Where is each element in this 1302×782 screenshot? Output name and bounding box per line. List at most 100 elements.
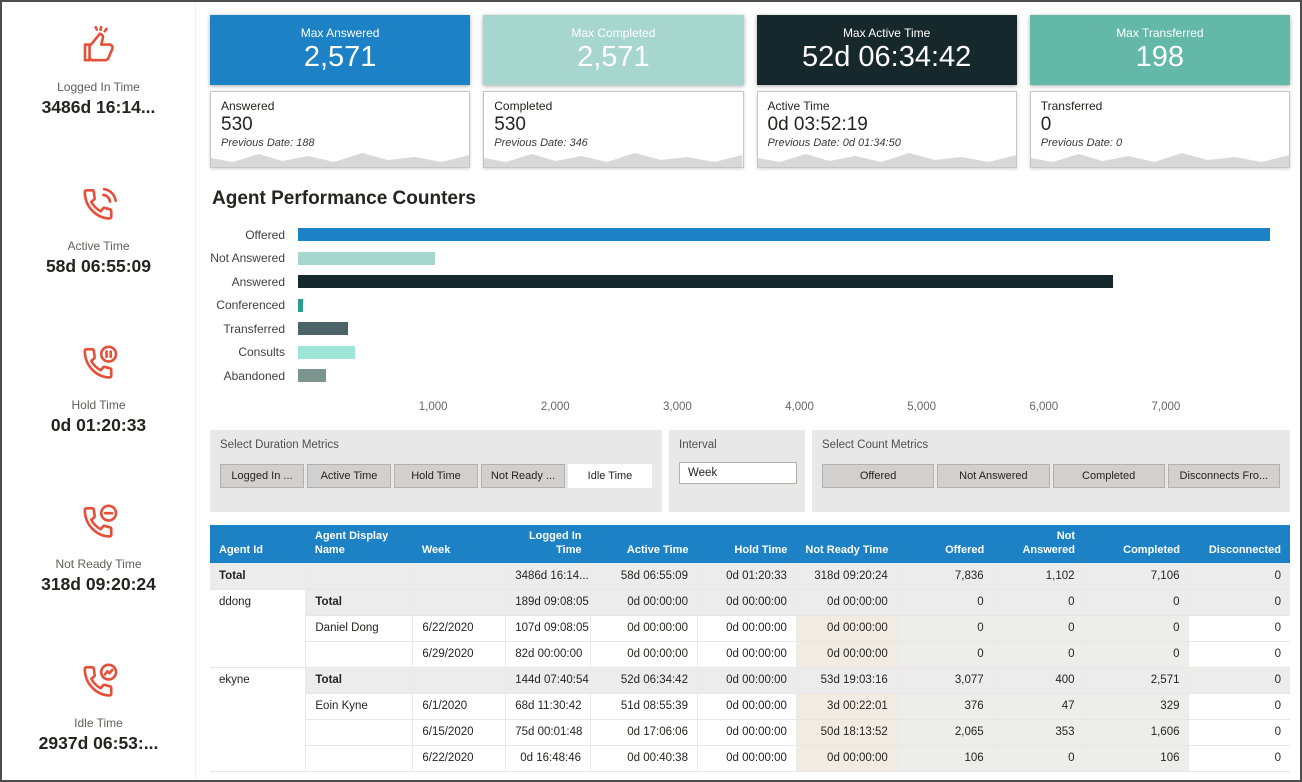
kpi-hold-time: Hold Time0d 01:20:33 (2, 344, 195, 503)
column-header-logged-in-time[interactable]: Logged In Time (506, 525, 591, 564)
chart-title: Agent Performance Counters (212, 188, 1290, 210)
week-cell: 6/15/2020 (413, 719, 506, 745)
column-header-hold-time[interactable]: Hold Time (697, 525, 796, 564)
kpi-card-header: Max Active Time52d 06:34:42 (757, 15, 1017, 85)
value-cell: 107d 09:08:05 (506, 615, 591, 641)
column-header-agent-id[interactable]: Agent Id (210, 525, 306, 564)
value-cell: 0d 00:00:00 (697, 745, 796, 771)
chart-track (298, 275, 1290, 288)
value-cell: 0 (897, 615, 993, 641)
value-cell: 0 (897, 641, 993, 667)
chart-track (298, 228, 1290, 241)
table-row: 6/29/202082d 00:00:000d 00:00:000d 00:00… (210, 641, 1290, 667)
chart-category-label: Conferenced (210, 298, 298, 312)
bar-conferenced[interactable] (298, 299, 303, 312)
value-cell: 82d 00:00:00 (506, 641, 591, 667)
kpi-detail-value: 0 (1041, 114, 1279, 136)
value-cell: 400 (993, 667, 1084, 693)
kpi-detail-value: 530 (494, 114, 732, 136)
sparkline (211, 147, 469, 167)
chart-track (298, 299, 1290, 312)
kpi-detail-value: 0d 03:52:19 (768, 114, 1006, 136)
main-content: Max Answered2,571Answered530Previous Dat… (196, 2, 1300, 780)
kpi-detail-label: Active Time (768, 99, 1006, 113)
column-header-completed[interactable]: Completed (1084, 525, 1189, 564)
column-header-agent-display-name[interactable]: Agent Display Name (306, 525, 413, 564)
duration-chip-not-ready[interactable]: Not Ready ... (481, 464, 565, 488)
value-cell: 1,102 (993, 563, 1084, 589)
value-cell: 0d 16:48:46 (506, 745, 591, 771)
bar-consults[interactable] (298, 346, 355, 359)
column-header-not-ready-time[interactable]: Not Ready Time (796, 525, 897, 564)
display-name-cell: Total (306, 589, 413, 615)
week-cell (413, 667, 506, 693)
interval-dropdown[interactable]: Week (679, 462, 797, 484)
chart-category-label: Answered (210, 275, 298, 289)
display-name-cell (306, 641, 413, 667)
kpi-card-detail: Answered530Previous Date: 188 (210, 91, 470, 168)
table-row: Eoin Kyne6/1/202068d 11:30:4251d 08:55:3… (210, 693, 1290, 719)
value-cell: 0d 00:00:00 (796, 615, 897, 641)
value-cell: 58d 06:55:09 (591, 563, 698, 589)
kpi-label: Logged In Time (2, 80, 195, 94)
value-cell: 329 (1084, 693, 1189, 719)
value-cell: 0 (1084, 641, 1189, 667)
chart-row-transferred: Transferred (210, 317, 1290, 341)
value-cell: 0d 00:00:00 (591, 641, 698, 667)
duration-chip-active-time[interactable]: Active Time (307, 464, 391, 488)
chart-category-label: Not Answered (210, 251, 298, 265)
value-cell: 1,606 (1084, 719, 1189, 745)
bar-offered[interactable] (298, 228, 1270, 241)
kpi-card-detail: Active Time0d 03:52:19Previous Date: 0d … (757, 91, 1017, 168)
column-header-not-answered[interactable]: Not Answered (993, 525, 1084, 564)
count-metrics-panel: Select Count Metrics OfferedNot Answered… (812, 430, 1290, 512)
value-cell: 189d 09:08:05 (506, 589, 591, 615)
display-name-cell (306, 563, 413, 589)
kpi-label: Not Ready Time (2, 557, 195, 571)
chart-track (298, 252, 1290, 265)
value-cell: 0 (993, 745, 1084, 771)
count-chip-offered[interactable]: Offered (822, 464, 934, 488)
value-cell: 0 (1189, 719, 1290, 745)
chart-row-consults: Consults (210, 341, 1290, 365)
value-cell: 0d 00:00:00 (796, 745, 897, 771)
kpi-idle-time: Idle Time2937d 06:53:... (2, 662, 195, 782)
bar-answered[interactable] (298, 275, 1113, 288)
kpi-active-time: Active Time58d 06:55:09 (2, 185, 195, 344)
duration-chip-idle-time[interactable]: Idle Time (568, 464, 652, 488)
value-cell: 0d 00:00:00 (697, 719, 796, 745)
value-cell: 0 (1084, 589, 1189, 615)
kpi-max-label: Max Transferred (1030, 26, 1290, 40)
column-header-active-time[interactable]: Active Time (591, 525, 698, 564)
column-header-offered[interactable]: Offered (897, 525, 993, 564)
kpi-max-label: Max Answered (210, 26, 470, 40)
kpi-card-detail: Transferred0Previous Date: 0 (1030, 91, 1290, 168)
kpi-card-row: Max Answered2,571Answered530Previous Dat… (210, 15, 1290, 168)
value-cell: 68d 11:30:42 (506, 693, 591, 719)
kpi-detail-label: Transferred (1041, 99, 1279, 113)
axis-tick-label: 5,000 (907, 401, 936, 413)
count-chip-completed[interactable]: Completed (1053, 464, 1165, 488)
axis-tick-label: 1,000 (419, 401, 448, 413)
value-cell: 0 (993, 615, 1084, 641)
column-header-week[interactable]: Week (413, 525, 506, 564)
value-cell: 0 (1084, 615, 1189, 641)
table-row: ekyneTotal144d 07:40:5452d 06:34:420d 00… (210, 667, 1290, 693)
value-cell: 0 (1189, 615, 1290, 641)
value-cell: 0d 01:20:33 (697, 563, 796, 589)
count-chip-disconnects-fro[interactable]: Disconnects Fro... (1168, 464, 1280, 488)
kpi-value: 0d 01:20:33 (2, 415, 195, 436)
duration-chip-hold-time[interactable]: Hold Time (394, 464, 478, 488)
count-chip-not-answered[interactable]: Not Answered (937, 464, 1049, 488)
display-name-cell: Eoin Kyne (306, 693, 413, 719)
duration-metrics-label: Select Duration Metrics (220, 439, 652, 451)
agent-performance-bar-chart: OfferedNot AnsweredAnsweredConferencedTr… (210, 223, 1290, 388)
value-cell: 0d 17:06:06 (591, 719, 698, 745)
duration-chip-logged-in[interactable]: Logged In ... (220, 464, 304, 488)
bar-not-answered[interactable] (298, 252, 435, 265)
value-cell: 353 (993, 719, 1084, 745)
column-header-disconnected[interactable]: Disconnected (1189, 525, 1290, 564)
bar-abandoned[interactable] (298, 369, 326, 382)
kpi-card-detail: Completed530Previous Date: 346 (483, 91, 743, 168)
bar-transferred[interactable] (298, 322, 348, 335)
